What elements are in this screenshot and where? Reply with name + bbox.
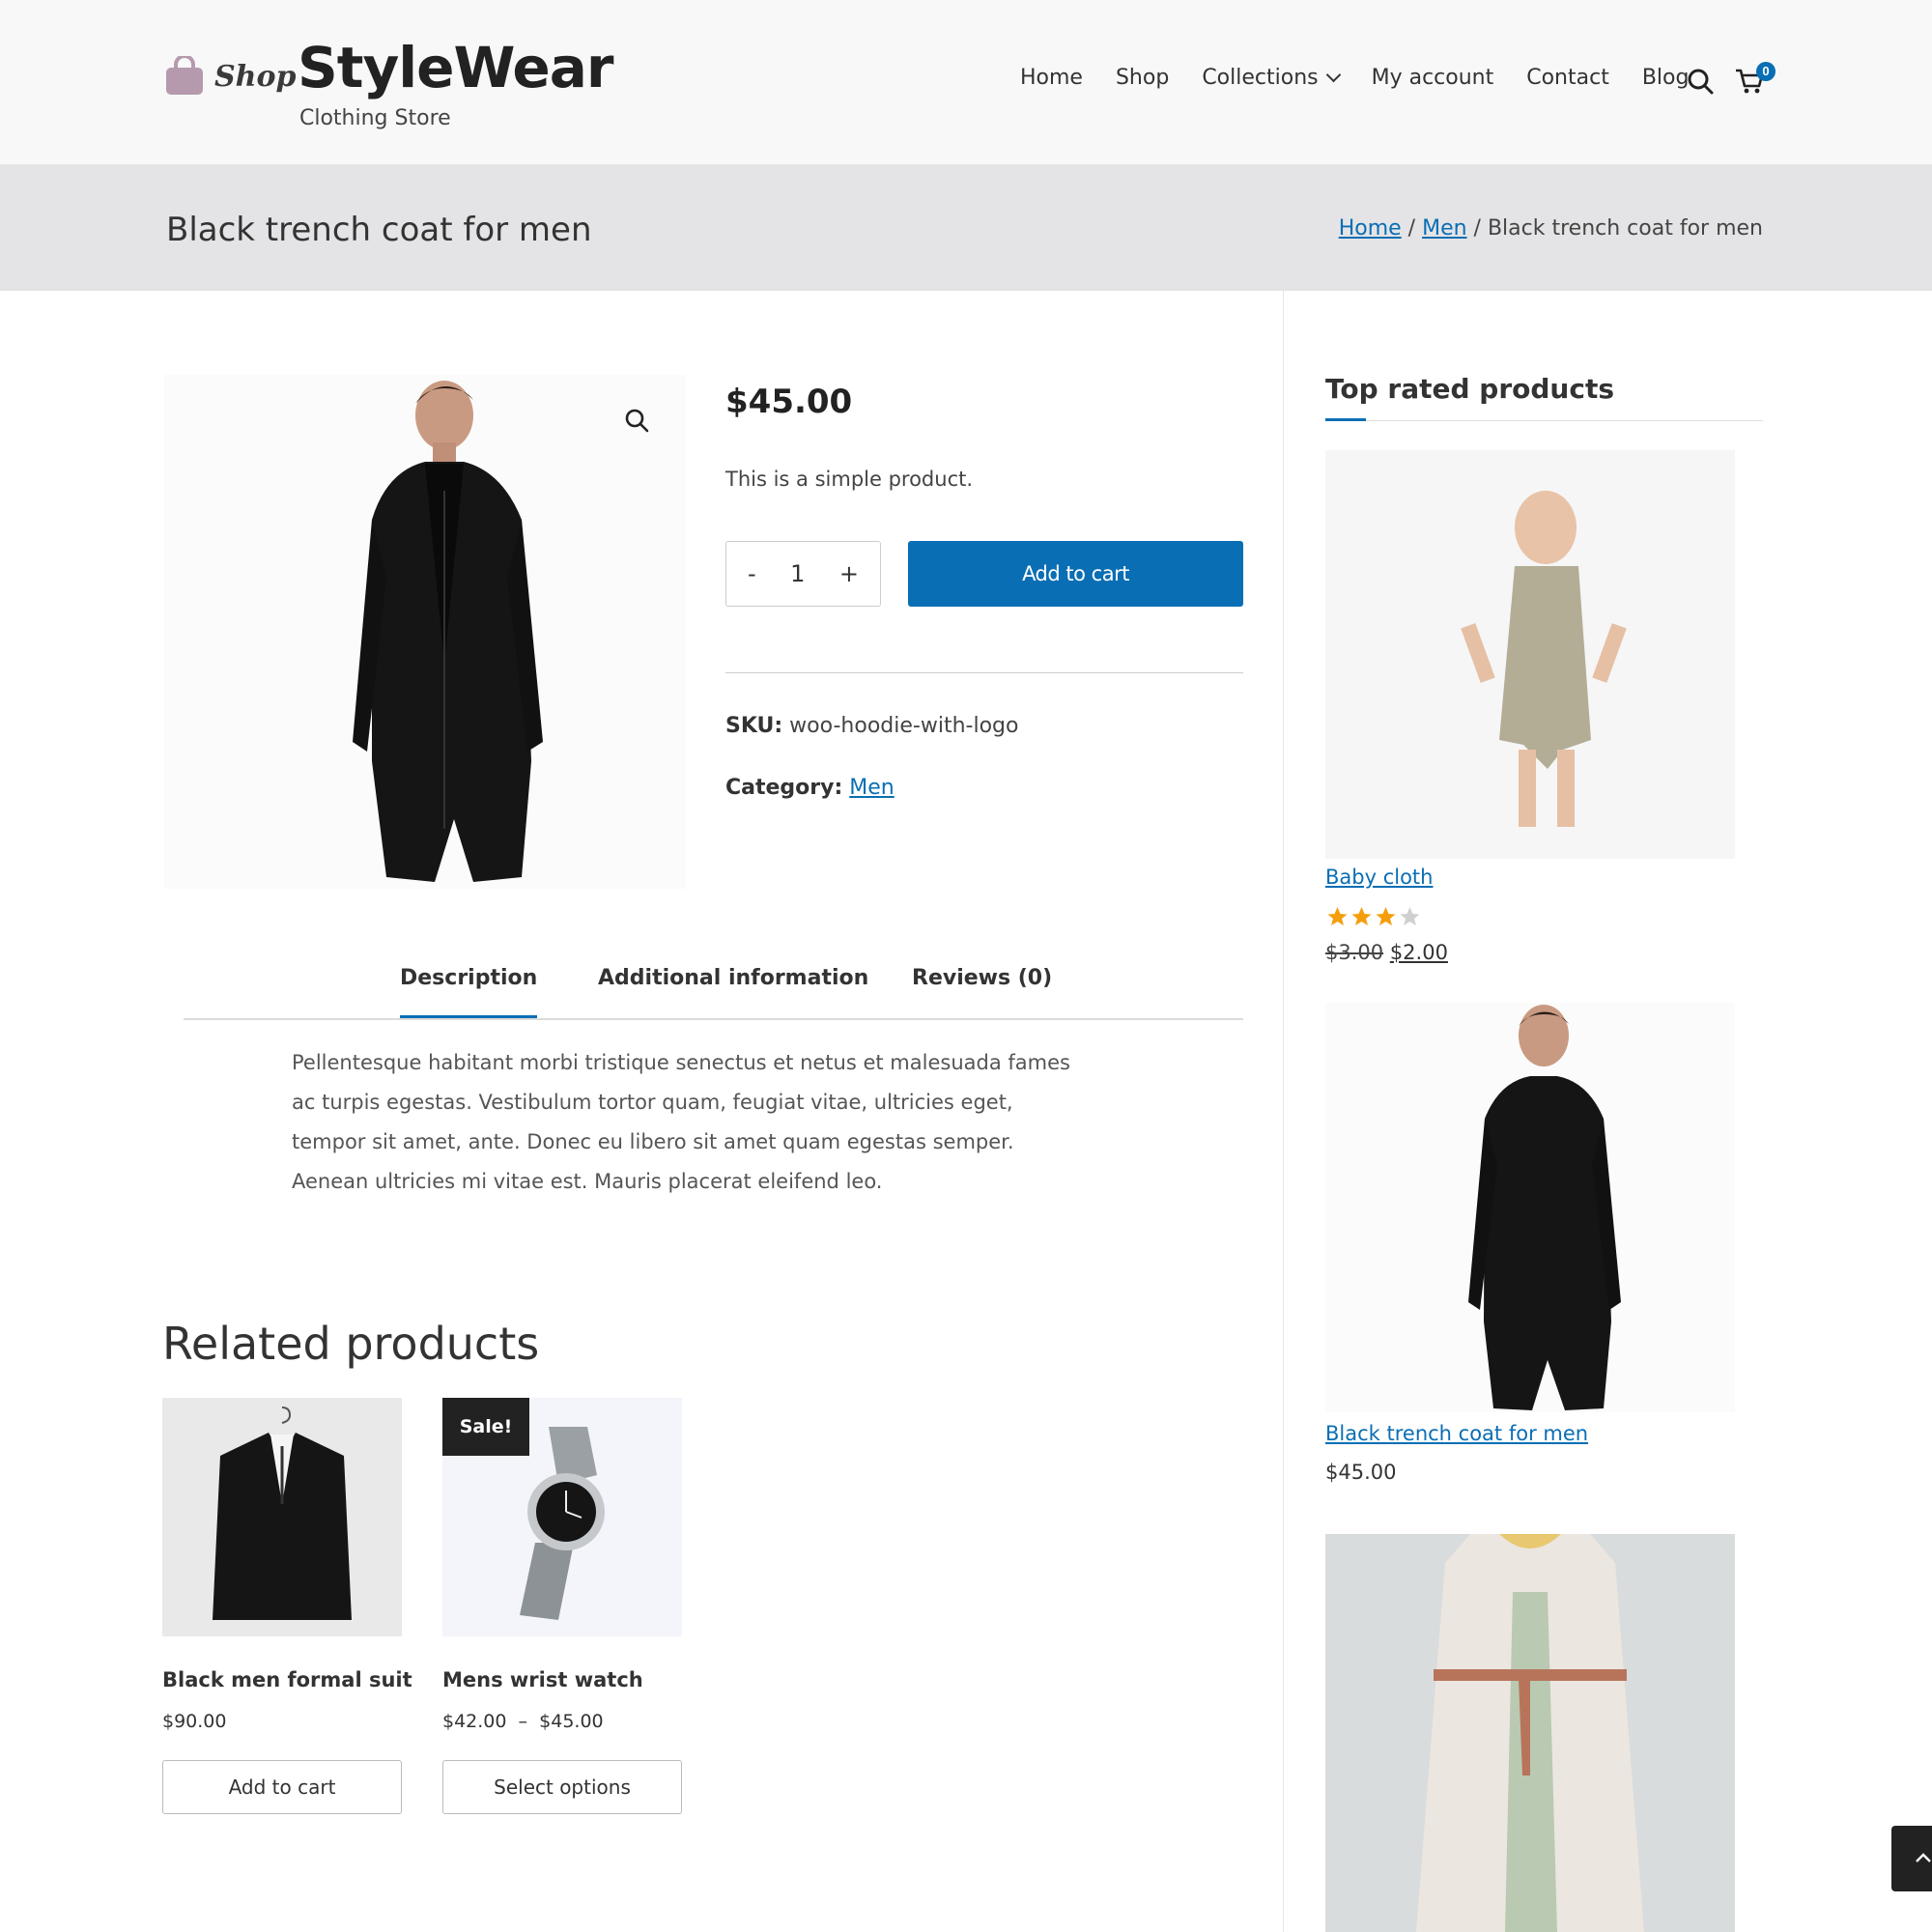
select-options-button[interactable]: Select options <box>442 1760 682 1814</box>
sale-price: $2.00 <box>1389 941 1448 964</box>
sidebar-product-image[interactable] <box>1325 450 1735 859</box>
breadcrumb-separator: / <box>1466 216 1488 241</box>
sidebar-product-image[interactable] <box>1325 1534 1735 1932</box>
related-product-image[interactable] <box>162 1398 402 1636</box>
qty-decrease-button[interactable]: - <box>748 560 756 587</box>
chevron-up-icon <box>1916 1853 1931 1862</box>
category-link[interactable]: Men <box>849 776 894 800</box>
related-product-title[interactable]: Mens wrist watch <box>442 1668 643 1691</box>
breadcrumb: Home / Men / Black trench coat for men <box>1339 216 1763 241</box>
site-logo[interactable]: Shop <box>164 56 296 97</box>
product-tabs: Description Additional information Revie… <box>184 966 1243 1020</box>
breadcrumb-current: Black trench coat for men <box>1487 216 1763 241</box>
sidebar-product-link[interactable]: Black trench coat for men <box>1325 1422 1588 1445</box>
sidebar-product-price: $45.00 <box>1325 1461 1397 1484</box>
nav-item-blog[interactable]: Blog <box>1642 66 1690 90</box>
tab-additional-information[interactable]: Additional information <box>598 966 868 990</box>
star-empty-icon <box>1400 907 1420 925</box>
star-rating <box>1325 905 1422 928</box>
widget-title: Top rated products <box>1325 373 1614 405</box>
tab-description[interactable]: Description <box>400 966 538 1018</box>
related-add-to-cart-button[interactable]: Add to cart <box>162 1760 402 1814</box>
nav-item-my-account[interactable]: My account <box>1372 66 1494 90</box>
main-nav: Home Shop Collections My account Contact… <box>1020 66 1721 90</box>
chevron-down-icon <box>1325 67 1341 83</box>
cart-count-badge: 0 <box>1756 62 1776 81</box>
search-icon[interactable] <box>1687 68 1714 95</box>
site-header: Shop StyleWear Clothing Store Home Shop … <box>0 0 1932 164</box>
product-sku: SKU: woo-hoodie-with-logo <box>725 714 1018 738</box>
product-description: Pellentesque habitant morbi tristique se… <box>292 1051 1070 1193</box>
qty-increase-button[interactable]: + <box>839 560 859 587</box>
star-filled-icon <box>1327 907 1348 925</box>
sidebar-product-image[interactable] <box>1325 1003 1735 1412</box>
breadcrumb-home[interactable]: Home <box>1339 216 1402 241</box>
related-product-price: $90.00 <box>162 1711 227 1732</box>
widget-accent <box>1325 418 1366 421</box>
tab-reviews[interactable]: Reviews (0) <box>912 966 1052 990</box>
nav-item-contact[interactable]: Contact <box>1526 66 1609 90</box>
product-price: $45.00 <box>725 383 853 421</box>
site-title[interactable]: StyleWear <box>298 35 614 100</box>
related-product-price: $42.00 – $45.00 <box>442 1711 604 1732</box>
star-filled-icon <box>1376 907 1396 925</box>
star-filled-icon <box>1351 907 1372 925</box>
back-to-top-button[interactable] <box>1891 1826 1932 1891</box>
nav-label: My account <box>1371 66 1494 90</box>
nav-label: Collections <box>1202 66 1319 90</box>
sku-label: SKU: <box>725 714 783 738</box>
nav-label: Shop <box>1115 66 1170 90</box>
nav-label: Home <box>1020 66 1083 90</box>
sidebar-product-price: $3.00 $2.00 <box>1325 941 1448 964</box>
related-products-heading: Related products <box>162 1318 540 1370</box>
product-image[interactable] <box>164 375 686 889</box>
related-product-title[interactable]: Black men formal suit <box>162 1668 412 1691</box>
old-price: $3.00 <box>1325 941 1384 964</box>
sidebar-product-link[interactable]: Baby cloth <box>1325 866 1433 889</box>
nav-item-collections[interactable]: Collections <box>1202 66 1341 90</box>
category-label: Category: <box>725 776 843 800</box>
add-to-cart-button[interactable]: Add to cart <box>908 541 1243 607</box>
nav-item-home[interactable]: Home <box>1020 66 1083 90</box>
nav-label: Blog <box>1641 66 1690 90</box>
shopping-bag-icon <box>166 56 203 95</box>
magnifier-icon[interactable] <box>622 406 651 435</box>
page-title: Black trench coat for men <box>166 211 592 249</box>
product-category: Category: Men <box>725 776 895 800</box>
sidebar-divider <box>1283 291 1284 1932</box>
site-tagline: Clothing Store <box>299 106 451 130</box>
breadcrumb-category[interactable]: Men <box>1422 216 1466 241</box>
nav-label: Contact <box>1526 66 1609 90</box>
product-short-description: This is a simple product. <box>725 468 974 491</box>
quantity-stepper[interactable]: - 1 + <box>725 541 881 607</box>
qty-input[interactable]: 1 <box>790 560 805 587</box>
sku-value: woo-hoodie-with-logo <box>789 714 1019 738</box>
widget-divider <box>1325 420 1763 421</box>
breadcrumb-separator: / <box>1401 216 1423 241</box>
sale-badge: Sale! <box>442 1398 529 1456</box>
nav-item-shop[interactable]: Shop <box>1116 66 1169 90</box>
logo-text: Shop <box>214 59 297 94</box>
divider <box>725 672 1243 673</box>
